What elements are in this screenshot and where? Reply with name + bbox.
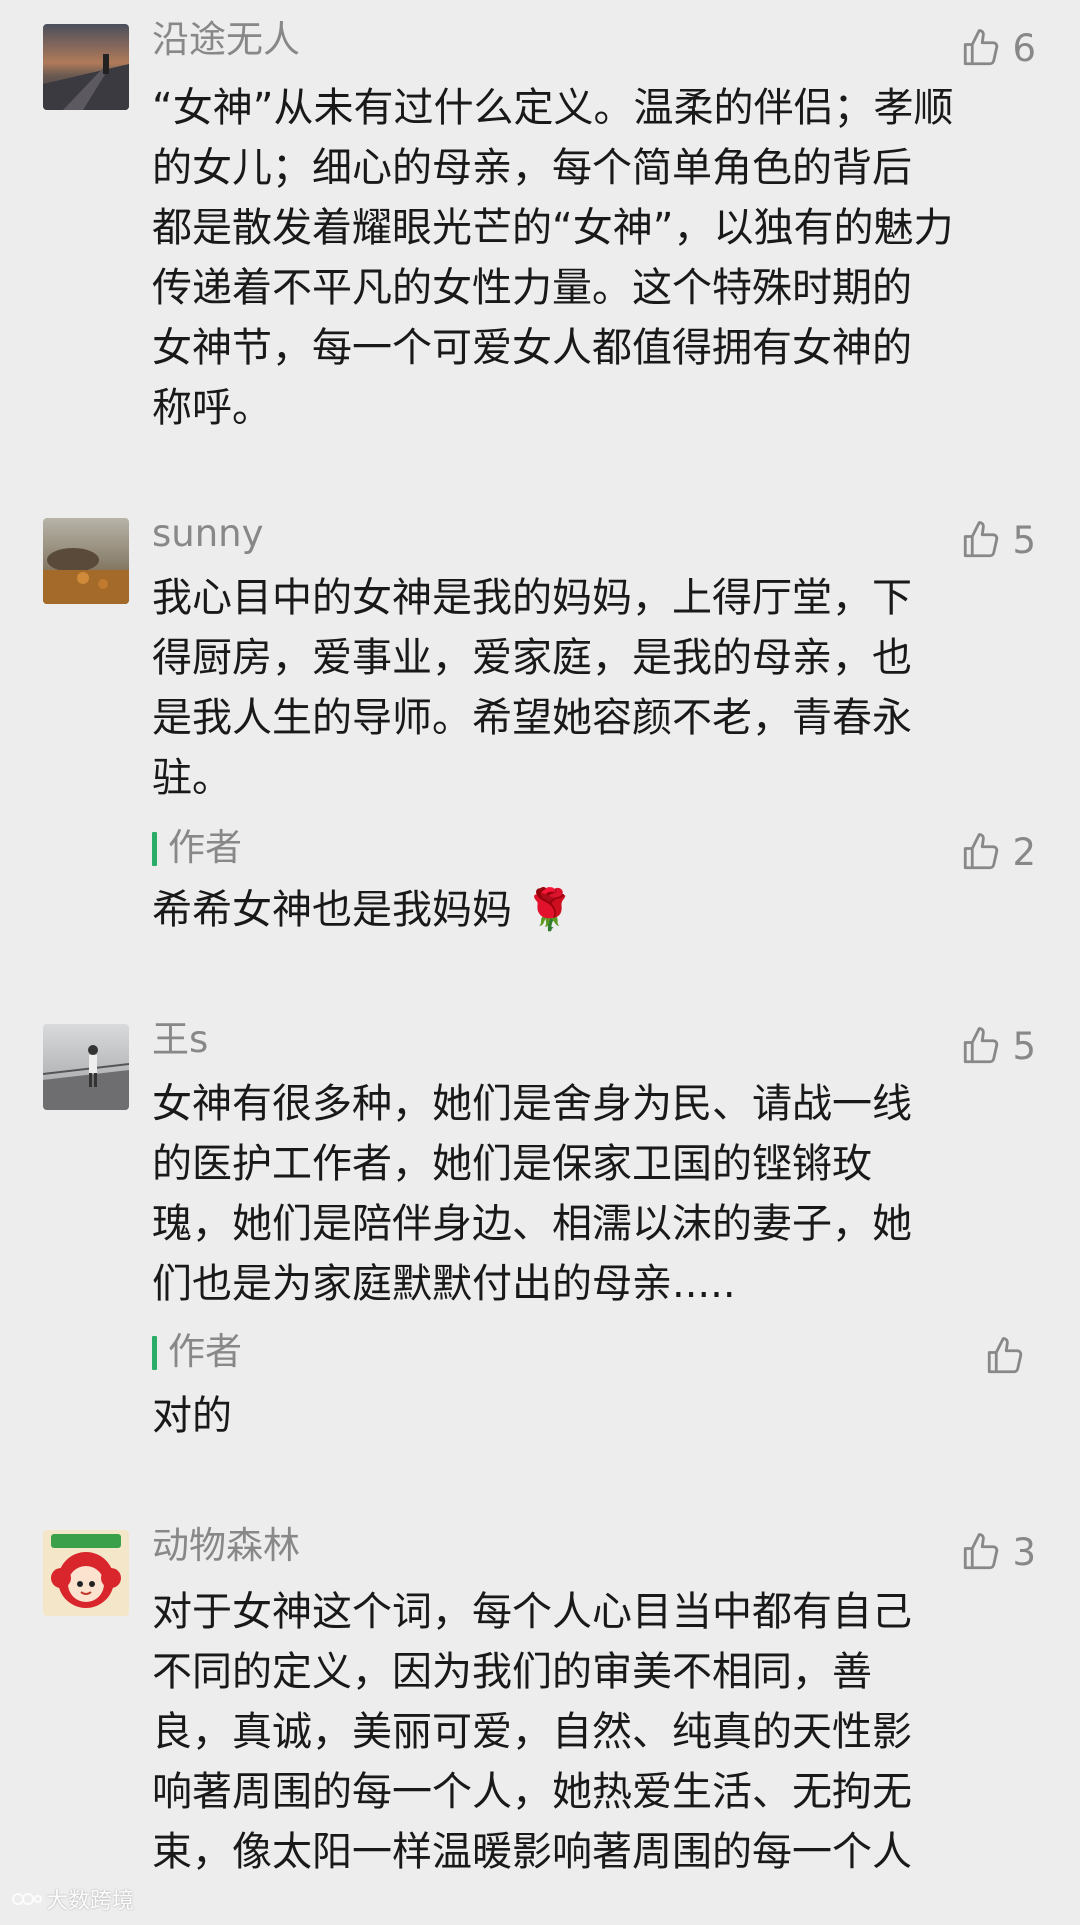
like-button[interactable]: 5 bbox=[960, 518, 1036, 562]
avatar-image-landscape bbox=[43, 518, 129, 604]
commenter-name[interactable]: sunny bbox=[152, 512, 264, 556]
commenter-name[interactable]: 沿途无人 bbox=[152, 18, 300, 62]
like-count: 6 bbox=[1012, 26, 1036, 70]
avatar-image-person-bridge bbox=[43, 1024, 129, 1110]
reply-like-button[interactable]: 2 bbox=[960, 830, 1036, 874]
author-reply-tag: 作者 bbox=[152, 1330, 242, 1374]
like-count: 5 bbox=[1012, 1024, 1036, 1068]
avatar-image-railway-sunset bbox=[43, 24, 129, 110]
thumbs-up-icon bbox=[964, 521, 999, 558]
comment-text: 女神有很多种，她们是舍身为民、请战一线 的医护工作者，她们是保家卫国的铿锵玫 瑰… bbox=[152, 1081, 912, 1307]
comment-text: “女神”从未有过什么定义。温柔的伴侣；孝顺 的女儿；细心的母亲，每个简单角色的背… bbox=[152, 85, 954, 431]
like-button[interactable]: 5 bbox=[960, 1024, 1036, 1068]
thumbs-up-icon bbox=[964, 1533, 999, 1570]
avatar-image-cartoon-girl bbox=[43, 1530, 129, 1616]
author-reply-text: 对的 bbox=[152, 1393, 232, 1439]
watermark: 大数跨境 bbox=[12, 1883, 134, 1915]
author-reply-text: 希希女神也是我妈妈 🌹 bbox=[152, 887, 575, 933]
commenter-name[interactable]: 王s bbox=[152, 1018, 208, 1062]
avatar[interactable] bbox=[43, 1024, 129, 1110]
author-reply-tag: 作者 bbox=[152, 826, 242, 870]
like-button[interactable]: 3 bbox=[960, 1530, 1036, 1574]
thumbs-up-icon bbox=[964, 1027, 999, 1064]
watermark-logo-icon bbox=[12, 1893, 42, 1905]
avatar[interactable] bbox=[43, 1530, 129, 1616]
avatar[interactable] bbox=[43, 518, 129, 604]
commenter-name[interactable]: 动物森林 bbox=[152, 1524, 300, 1568]
reply-like-button[interactable] bbox=[984, 1334, 1036, 1378]
like-button[interactable]: 6 bbox=[960, 26, 1036, 70]
like-count: 3 bbox=[1012, 1530, 1036, 1574]
comment-text: 对于女神这个词，每个人心目当中都有自己 不同的定义，因为我们的审美不相同，善 良… bbox=[152, 1589, 912, 1875]
thumbs-up-icon bbox=[964, 833, 999, 870]
avatar[interactable] bbox=[43, 24, 129, 110]
like-count: 2 bbox=[1012, 830, 1036, 874]
comment-text: 我心目中的女神是我的妈妈，上得厅堂，下 得厨房，爱事业，爱家庭，是我的母亲，也 … bbox=[152, 575, 912, 801]
thumbs-up-icon bbox=[964, 29, 999, 66]
like-count: 5 bbox=[1012, 518, 1036, 562]
thumbs-up-icon bbox=[987, 1337, 1023, 1374]
watermark-text: 大数跨境 bbox=[46, 1889, 135, 1914]
